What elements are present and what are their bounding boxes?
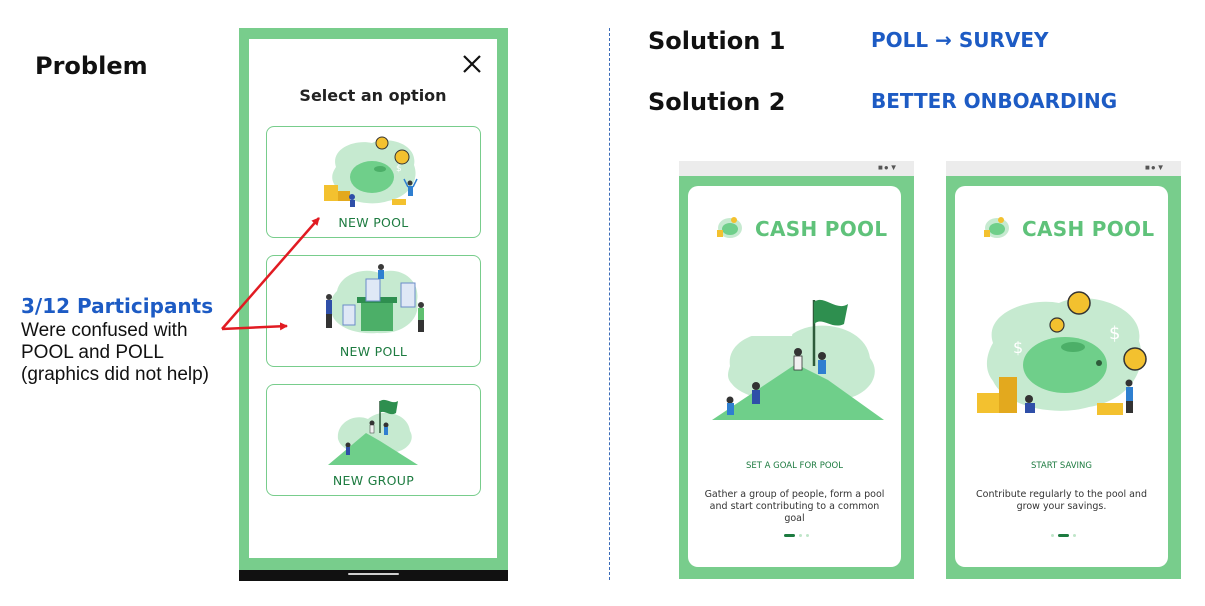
arrow-to-pool — [221, 217, 320, 330]
svg-text:$: $ — [1109, 323, 1120, 344]
section-divider — [609, 28, 610, 580]
arrow-to-poll — [221, 322, 288, 331]
cash-pool-logo-icon — [714, 215, 744, 241]
page-dot[interactable] — [1051, 534, 1054, 537]
onboarding-screen-1: ■●▼ CASH POOL SET A GOAL FOR POOL Gather… — [679, 161, 914, 579]
step-description: Gather a group of people, form a pool an… — [704, 489, 885, 524]
svg-text:$: $ — [1013, 338, 1023, 357]
page-dot[interactable] — [806, 534, 809, 537]
onboarding-card[interactable]: CASH POOL SET A GOAL FOR POOL Gather a g… — [688, 186, 901, 567]
page-dot-active[interactable] — [784, 534, 795, 537]
solution-2-value: BETTER ONBOARDING — [871, 89, 1118, 113]
brand-name: CASH POOL — [1022, 217, 1155, 241]
solution-1-value: POLL → SURVEY — [871, 28, 1049, 52]
step-title: START SAVING — [1030, 461, 1092, 471]
brand-name: CASH POOL — [755, 217, 888, 241]
piggy-bank-illustration: $ $ $ — [969, 289, 1157, 424]
page-dot-active[interactable] — [1058, 534, 1069, 537]
onboarding-screen-2: ■●▼ CASH POOL $ $ $ START SAVING Contrib… — [946, 161, 1181, 579]
solution-1-label: Solution 1 — [648, 27, 786, 55]
confusion-arrows — [221, 217, 320, 331]
step-description: Contribute regularly to the pool and gro… — [976, 489, 1147, 512]
svg-text:$: $ — [985, 379, 994, 395]
step-title: SET A GOAL FOR POOL — [746, 461, 843, 471]
status-icons: ■●▼ — [1145, 163, 1166, 172]
cash-pool-logo-icon — [981, 215, 1011, 241]
onboarding-card[interactable]: CASH POOL $ $ $ START SAVING Contribute … — [955, 186, 1168, 567]
status-icons: ■●▼ — [878, 163, 899, 172]
solution-2-label: Solution 2 — [648, 88, 786, 116]
page-dot[interactable] — [1073, 534, 1076, 537]
mountain-flag-illustration — [710, 296, 886, 421]
page-dot[interactable] — [799, 534, 802, 537]
